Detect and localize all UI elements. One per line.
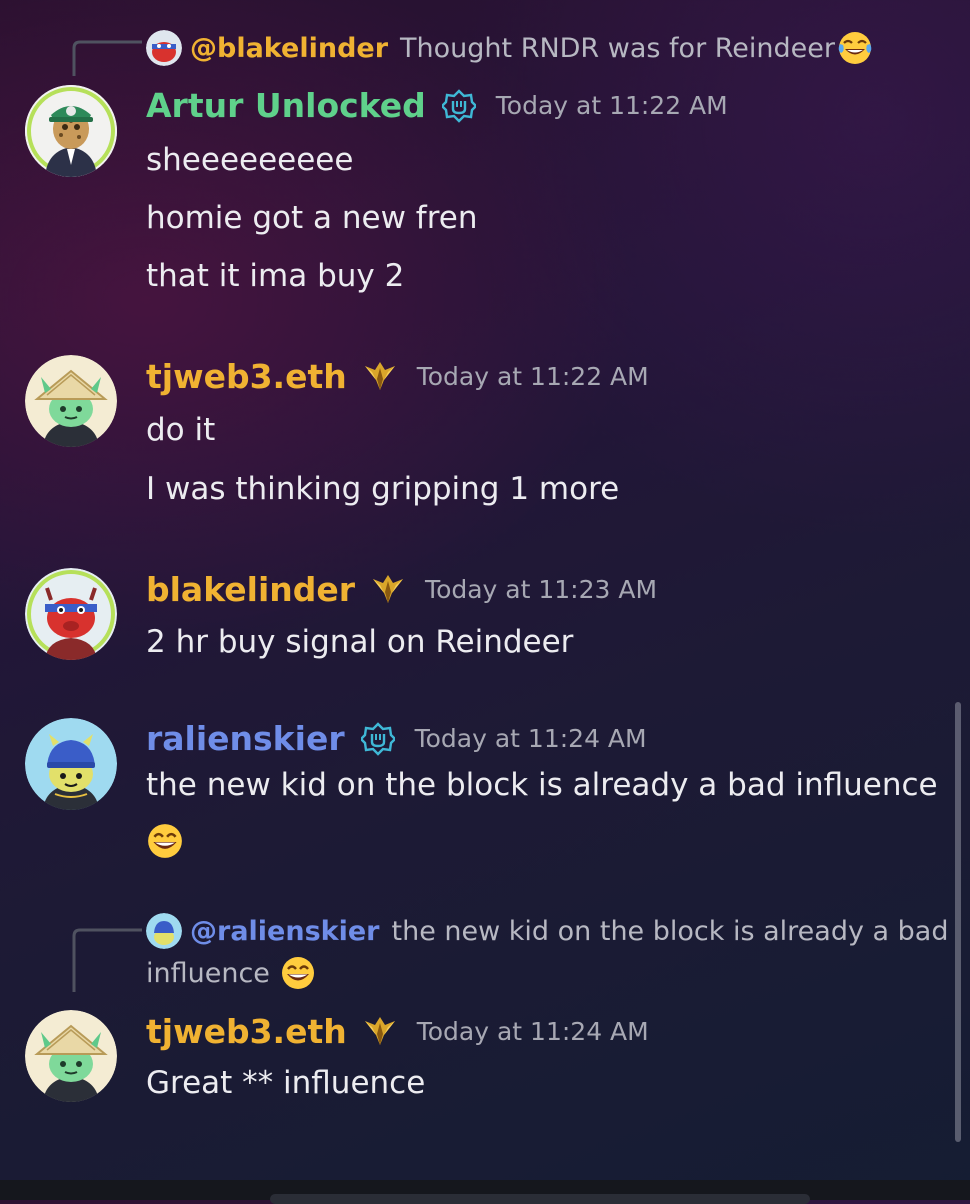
message-header: blakelinder Today at 11:23 AM xyxy=(146,570,657,609)
timestamp: Today at 11:22 AM xyxy=(495,91,728,120)
reply-text: the new kid on the block is already a ba… xyxy=(391,915,949,947)
avatar[interactable] xyxy=(25,85,117,177)
joy-emoji xyxy=(837,30,873,66)
avatar[interactable] xyxy=(25,568,117,660)
author-name[interactable]: tjweb3.eth xyxy=(146,1012,347,1051)
gold-wings-icon xyxy=(364,1016,395,1045)
message-line: I was thinking gripping 1 more xyxy=(146,471,620,507)
gold-wings-icon xyxy=(364,361,395,390)
timestamp: Today at 11:24 AM xyxy=(416,1017,649,1046)
message-header: tjweb3.eth Today at 11:24 AM xyxy=(146,1012,649,1051)
avatar[interactable] xyxy=(25,355,117,447)
message-line: sheeeeeeeee xyxy=(146,142,354,178)
reply-text: Thought RNDR was for Reindeer xyxy=(400,32,835,64)
bottom-bar xyxy=(0,1180,970,1204)
message-line: 2 hr buy signal on Reindeer xyxy=(146,624,574,660)
message-header: ralienskier Today at 11:24 AM xyxy=(146,719,647,758)
message-line: that it ima buy 2 xyxy=(146,258,405,294)
verified-badge-icon xyxy=(360,722,395,755)
avatar[interactable] xyxy=(25,718,117,810)
reply-preview-continuation[interactable]: influence xyxy=(146,955,316,991)
message-line: do it xyxy=(146,412,216,448)
reply-preview[interactable]: @ralienskier the new kid on the block is… xyxy=(146,913,948,949)
message-line: homie got a new fren xyxy=(146,200,478,236)
grin-emoji xyxy=(146,822,184,860)
timestamp: Today at 11:22 AM xyxy=(416,362,649,391)
reply-connector xyxy=(72,928,142,992)
replied-user-avatar[interactable] xyxy=(146,913,182,949)
avatar[interactable] xyxy=(25,1010,117,1102)
gold-wings-icon xyxy=(373,574,404,603)
timestamp: Today at 11:23 AM xyxy=(425,575,658,604)
reply-mention[interactable]: @ralienskier xyxy=(190,916,380,947)
message-line: Great ** influence xyxy=(146,1065,426,1101)
grin-emoji xyxy=(280,955,316,991)
author-name[interactable]: ralienskier xyxy=(146,719,345,758)
scrollbar[interactable] xyxy=(955,702,961,1142)
reply-text: influence xyxy=(146,957,270,989)
author-name[interactable]: blakelinder xyxy=(146,570,355,609)
author-name[interactable]: tjweb3.eth xyxy=(146,357,347,396)
message-header: Artur Unlocked Today at 11:22 AM xyxy=(146,86,728,125)
message-line: the new kid on the block is already a ba… xyxy=(146,767,938,803)
reply-mention[interactable]: @blakelinder xyxy=(190,33,388,64)
verified-badge-icon xyxy=(441,89,476,122)
reply-connector xyxy=(72,40,142,76)
author-name[interactable]: Artur Unlocked xyxy=(146,86,426,125)
message-header: tjweb3.eth Today at 11:22 AM xyxy=(146,357,649,396)
replied-user-avatar[interactable] xyxy=(146,30,182,66)
reply-preview[interactable]: @blakelinder Thought RNDR was for Reinde… xyxy=(146,30,873,66)
message-input-edge[interactable] xyxy=(270,1194,810,1204)
timestamp: Today at 11:24 AM xyxy=(414,724,647,753)
